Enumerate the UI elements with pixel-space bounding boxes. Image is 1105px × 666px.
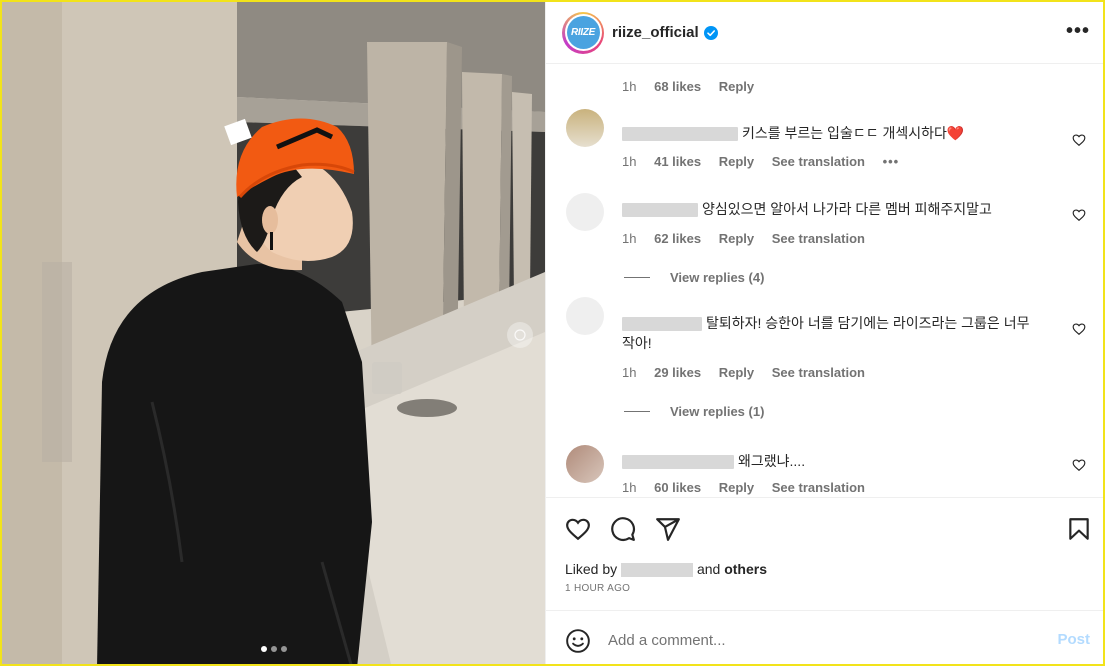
- comment-avatar[interactable]: [566, 445, 604, 483]
- carousel-dot: [261, 646, 267, 652]
- heart-icon[interactable]: [565, 516, 591, 542]
- view-replies-label: View replies (4): [670, 270, 765, 285]
- chevron-right-icon: [514, 329, 526, 341]
- post-timestamp[interactable]: 1 HOUR AGO: [565, 583, 630, 594]
- post-photo-illustration: [2, 2, 545, 664]
- share-icon[interactable]: [655, 516, 681, 542]
- carousel-dot: [271, 646, 277, 652]
- comment-icon[interactable]: [610, 516, 636, 542]
- see-translation-button[interactable]: See translation: [772, 365, 865, 380]
- comment-text: 양심있으면 알아서 나가라 다른 멤버 피해주지말고: [702, 201, 992, 217]
- comment-likes[interactable]: 62 likes: [654, 231, 701, 246]
- avatar-logo: RIIZE: [566, 16, 600, 49]
- carousel-next-button[interactable]: [507, 322, 533, 348]
- add-comment-input[interactable]: [608, 629, 1028, 651]
- carousel-dot: [281, 646, 287, 652]
- more-options-icon[interactable]: •••: [1066, 21, 1090, 41]
- comment-reply-button[interactable]: Reply: [719, 480, 754, 495]
- comment-reply-button[interactable]: Reply: [719, 79, 754, 94]
- comment-time: 1h: [622, 79, 637, 94]
- carousel-indicator: [261, 646, 287, 652]
- comment-like-icon[interactable]: [1072, 458, 1086, 472]
- comment-meta: 1h 29 likes Reply See translation: [622, 365, 879, 380]
- see-translation-button[interactable]: See translation: [772, 231, 865, 246]
- comment-text: 왜그랬냐....: [738, 453, 806, 469]
- comment-more-icon[interactable]: •••: [883, 154, 900, 169]
- post-header: RIIZE riize_official •••: [546, 2, 1103, 64]
- bookmark-icon[interactable]: [1066, 516, 1092, 542]
- comment-likes[interactable]: 41 likes: [654, 154, 701, 169]
- comment-reply-button[interactable]: Reply: [719, 365, 754, 380]
- comment-reply-button[interactable]: Reply: [719, 154, 754, 169]
- see-translation-button[interactable]: See translation: [772, 480, 865, 495]
- add-comment-bar: Post: [546, 610, 1103, 664]
- liked-by-others-link[interactable]: others: [724, 561, 767, 577]
- replies-divider: [624, 411, 650, 412]
- liked-by-summary: Liked by and others: [565, 561, 767, 578]
- see-translation-button[interactable]: See translation: [772, 154, 865, 169]
- post-photo[interactable]: [2, 2, 545, 664]
- comment-like-icon[interactable]: [1072, 322, 1086, 336]
- comment-text: 키스를 부르는 입술ㄷㄷ 개섹시하다❤️: [742, 125, 965, 141]
- comment-reply-button[interactable]: Reply: [719, 231, 754, 246]
- comment-avatar[interactable]: [566, 109, 604, 147]
- post-sidebar: RIIZE riize_official ••• 1h 68 likes Rep…: [545, 2, 1103, 664]
- replies-divider: [624, 277, 650, 278]
- comment-like-icon[interactable]: [1072, 133, 1086, 147]
- comment-like-icon[interactable]: [1072, 208, 1086, 222]
- comment-meta: 1h 41 likes Reply See translation •••: [622, 154, 913, 169]
- comment-likes[interactable]: 68 likes: [654, 79, 701, 94]
- comment-username[interactable]: [622, 317, 702, 332]
- comment-meta: 1h 60 likes Reply See translation: [622, 480, 879, 495]
- verified-badge-icon: [703, 25, 718, 40]
- post-comment-button[interactable]: Post: [1057, 631, 1090, 648]
- comment-avatar[interactable]: [566, 297, 604, 335]
- comment-meta: 1h 62 likes Reply See translation: [622, 231, 879, 246]
- comment-time: 1h: [622, 480, 637, 495]
- comments-list[interactable]: 1h 68 likes Reply 키스를 부르는 입술ㄷㄷ 개섹시하다❤️ 1…: [546, 65, 1103, 497]
- comment-time: 1h: [622, 154, 637, 169]
- liked-by-and: and: [696, 561, 721, 577]
- comment-username[interactable]: [622, 455, 734, 470]
- comment-likes[interactable]: 29 likes: [654, 365, 701, 380]
- liked-by-prefix: Liked by: [565, 561, 618, 577]
- liked-by-username[interactable]: [621, 563, 694, 578]
- comment-likes[interactable]: 60 likes: [654, 480, 701, 495]
- profile-avatar[interactable]: RIIZE: [562, 11, 604, 54]
- emoji-icon[interactable]: [565, 628, 591, 654]
- view-replies-button[interactable]: View replies (1): [624, 404, 764, 419]
- comment-username[interactable]: [622, 127, 738, 142]
- profile-username[interactable]: riize_official: [612, 24, 699, 41]
- view-replies-label: View replies (1): [670, 404, 765, 419]
- comment-avatar[interactable]: [566, 193, 604, 231]
- comment-time: 1h: [622, 231, 637, 246]
- post-actions: [546, 497, 1103, 557]
- comment-time: 1h: [622, 365, 637, 380]
- screenshot-frame: RIIZE riize_official ••• 1h 68 likes Rep…: [0, 0, 1105, 666]
- view-replies-button[interactable]: View replies (4): [624, 270, 764, 285]
- comment-username[interactable]: [622, 203, 698, 218]
- comment-meta: 1h 68 likes Reply: [622, 79, 768, 94]
